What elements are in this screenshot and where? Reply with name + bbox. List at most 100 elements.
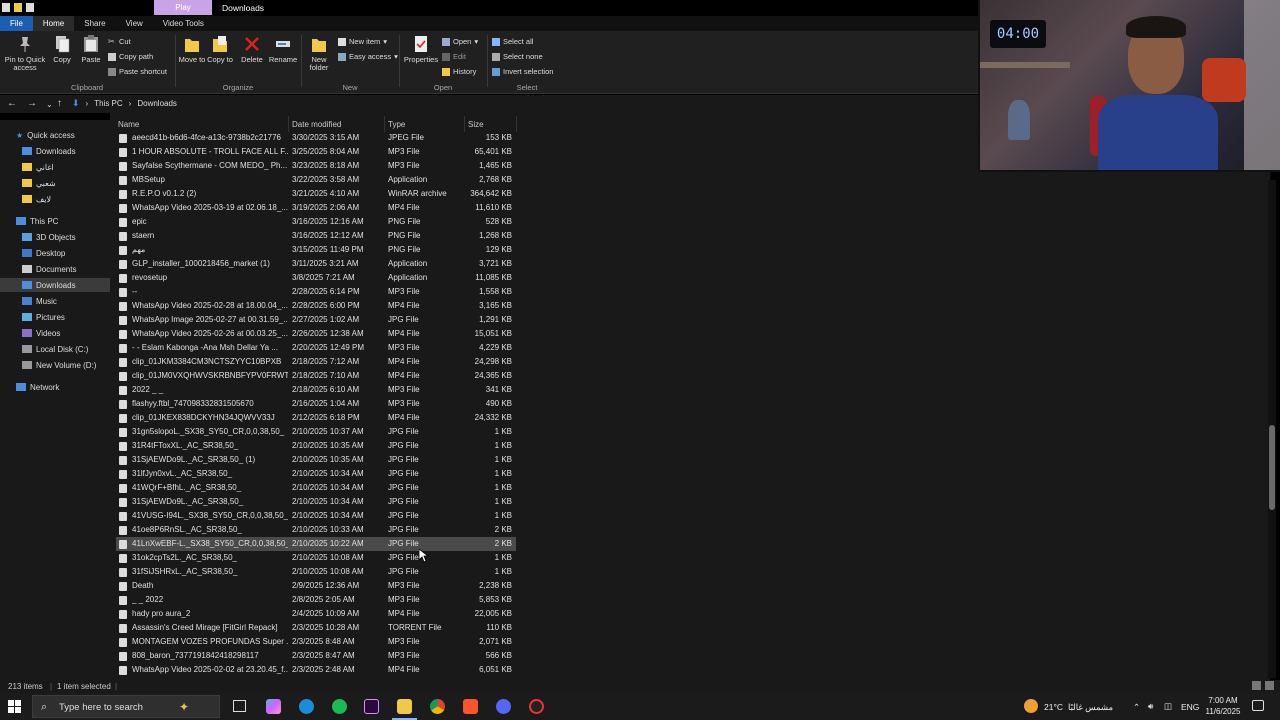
speaker-icon[interactable]: 🔊︎ (1148, 701, 1153, 720)
open-button[interactable]: Open ▾ (442, 37, 478, 46)
column-divider[interactable] (384, 116, 385, 132)
table-row[interactable]: 41LnXwEBF-L._SX38_SY50_CR,0,0,38,50_ 2/10… (116, 537, 516, 551)
nav-3d-objects[interactable]: 3D Objects (22, 230, 76, 244)
table-row[interactable]: 31fSiJSHRxL._AC_SR38,50_ 2/10/2025 10:08 … (116, 565, 516, 579)
properties-button[interactable]: Properties (402, 35, 440, 64)
table-row[interactable]: revosetup 3/8/2025 7:21 AM Application 11,0… (116, 271, 516, 285)
customize-toolbar-icon[interactable] (26, 3, 34, 12)
column-divider[interactable] (516, 116, 517, 132)
table-row[interactable]: MONTAGEM VOZES PROFUNDAS Super ... 2/3/20… (116, 635, 516, 649)
table-row[interactable]: 808_baron_7377191842418298117 2/3/2025 8:… (116, 649, 516, 663)
notifications-icon[interactable] (1252, 700, 1264, 711)
table-row[interactable]: -- 2/28/2025 6:14 PM MP3 File 1,558 KB (116, 285, 516, 299)
network-icon[interactable]: ◫ (1164, 701, 1172, 720)
nav-quick-folder[interactable]: لايف (22, 192, 51, 206)
table-row[interactable]: Death 2/9/2025 12:36 AM MP3 File 2,238 KB (116, 579, 516, 593)
table-row[interactable]: Sayfalse Scythermane - COM MEDO_ Ph... 3/… (116, 159, 516, 173)
large-icons-view-icon[interactable] (1265, 681, 1274, 690)
table-row[interactable]: aeecd41b-b6d6-4fce-a13c-9738b2c21776 3/30… (116, 131, 516, 145)
new-folder-button[interactable]: New folder (304, 35, 334, 72)
new-item-button[interactable]: New item ▾ (338, 37, 387, 46)
table-row[interactable]: MBSetup 3/22/2025 3:58 AM Application 2,768… (116, 173, 516, 187)
tab-video-tools[interactable]: Video Tools (153, 16, 214, 31)
spotify-icon[interactable] (332, 699, 347, 714)
table-row[interactable]: clip_01JKM3384CM3NCTSZYYC10BPXB 2/18/2025… (116, 355, 516, 369)
rename-button[interactable]: Rename (268, 35, 298, 64)
forward-arrow-icon[interactable]: → (27, 98, 37, 109)
paste-button[interactable]: Paste (78, 35, 104, 64)
breadcrumb-this-pc[interactable]: This PC (94, 99, 122, 108)
copy-path-button[interactable]: Copy path (108, 52, 153, 61)
table-row[interactable]: flashyy.ftbl_747098332831505670 2/16/2025… (116, 397, 516, 411)
discord-icon[interactable] (496, 699, 511, 714)
nav-quick-access[interactable]: ★ Quick access (16, 128, 75, 142)
select-none-button[interactable]: Select none (492, 52, 543, 61)
table-row[interactable]: 2022 _ _ 2/18/2025 6:10 AM MP3 File 341 KB (116, 383, 516, 397)
nav-network[interactable]: Network (16, 380, 59, 394)
pin-quick-access-button[interactable]: Pin to Quick access (2, 35, 48, 72)
table-row[interactable]: Assassin's Creed Mirage [FitGirl Repack]… (116, 621, 516, 635)
column-header-type[interactable]: Type (388, 120, 405, 129)
nav-quick-downloads[interactable]: Downloads (22, 144, 76, 158)
table-row[interactable]: 31SjAEWDo9L._AC_SR38,50_ 2/10/2025 10:34 … (116, 495, 516, 509)
taskbar-clock[interactable]: 7:00 AM 11/6/2025 (1198, 695, 1248, 717)
table-row[interactable]: 31R4tFToxXL._AC_SR38,50_ 2/10/2025 10:35 … (116, 439, 516, 453)
table-row[interactable]: WhatsApp Image 2025-02-27 at 00.31.59_..… (116, 313, 516, 327)
nav-pictures[interactable]: Pictures (22, 310, 65, 324)
table-row[interactable]: R.E.P.O v0.1.2 (2) 3/21/2025 4:10 AM WinRA… (116, 187, 516, 201)
table-row[interactable]: staern 3/16/2025 12:12 AM PNG File 1,268 KB (116, 229, 516, 243)
tab-view[interactable]: View (116, 16, 153, 31)
windows-start-icon[interactable] (8, 700, 21, 713)
tab-share[interactable]: Share (74, 16, 115, 31)
copy-to-button[interactable]: Copy to (206, 35, 234, 64)
tab-home[interactable]: Home (32, 16, 75, 31)
table-row[interactable]: 31SjAEWDo9L._AC_SR38,50_ (1) 2/10/2025 10… (116, 453, 516, 467)
table-row[interactable]: 41oe8P6RnSL._AC_SR38,50_ 2/10/2025 10:33 … (116, 523, 516, 537)
nav-quick-folder[interactable]: شعبي (22, 176, 56, 190)
details-view-icon[interactable] (1252, 681, 1261, 690)
table-row[interactable]: WhatsApp Video 2025-02-28 at 18.00.04_..… (116, 299, 516, 313)
table-row[interactable]: GLP_installer_1000218456_market (1) 3/11/… (116, 257, 516, 271)
taskbar-search[interactable]: ⌕ Type here to search ✦ (32, 695, 220, 718)
nav-downloads[interactable]: Downloads (0, 278, 110, 292)
edge-icon[interactable] (299, 699, 314, 714)
table-row[interactable]: hady pro aura_2 2/4/2025 10:09 AM MP4 File… (116, 607, 516, 621)
nav-videos[interactable]: Videos (22, 326, 60, 340)
breadcrumb[interactable]: ⬇ › This PC › Downloads (72, 98, 177, 109)
select-all-button[interactable]: Select all (492, 37, 533, 46)
nav-local-disk-c[interactable]: Local Disk (C:) (22, 342, 88, 356)
obs-icon[interactable] (529, 699, 544, 714)
nav-desktop[interactable]: Desktop (22, 246, 65, 260)
table-row[interactable]: 31gn5slopoL._SX38_SY50_CR,0,0,38,50_ 2/10… (116, 425, 516, 439)
paste-shortcut-button[interactable]: Paste shortcut (108, 67, 167, 76)
language-indicator[interactable]: ENG (1181, 702, 1199, 720)
column-header-size[interactable]: Size (468, 120, 484, 129)
table-row[interactable]: WhatsApp Video 2025-02-26 at 00.03.25_..… (116, 327, 516, 341)
move-to-button[interactable]: Move to (178, 35, 206, 64)
scrollbar-thumb[interactable] (1269, 425, 1275, 510)
cut-button[interactable]: ✂ Cut (108, 37, 131, 46)
table-row[interactable]: 31ok2cpTs2L._AC_SR38,50_ 2/10/2025 10:08 … (116, 551, 516, 565)
chevron-up-icon[interactable]: ⌃ (1133, 702, 1140, 720)
back-arrow-icon[interactable]: ← (7, 98, 17, 109)
table-row[interactable]: 1 HOUR ABSOLUTE - TROLL FACE ALL F... 3/2… (116, 145, 516, 159)
context-tab-play[interactable]: Play (154, 0, 212, 15)
nav-quick-folder[interactable]: اغاني (22, 160, 54, 174)
chrome-icon[interactable] (430, 699, 445, 714)
column-header-date[interactable]: Date modified (292, 120, 341, 129)
easy-access-button[interactable]: Easy access ▾ (338, 52, 398, 61)
table-row[interactable]: 31lfJyn0xvL._AC_SR38,50_ 2/10/2025 10:34 … (116, 467, 516, 481)
copilot-icon[interactable] (266, 699, 281, 714)
history-button[interactable]: History (442, 67, 476, 76)
delete-button[interactable]: Delete (238, 35, 266, 64)
table-row[interactable]: WhatsApp Video 2025-03-19 at 02.06.18_..… (116, 201, 516, 215)
up-arrow-icon[interactable]: ↑ (57, 98, 62, 109)
tab-file[interactable]: File (0, 16, 33, 31)
properties-icon[interactable] (2, 3, 10, 12)
table-row[interactable]: _ _ 2022 2/8/2025 2:05 AM MP3 File 5,853 KB (116, 593, 516, 607)
table-row[interactable]: WhatsApp Video 2025-02-02 at 23.20.45_f.… (116, 663, 516, 677)
table-row[interactable]: clip_01JKEX838DCKYHN34JQWVV33J 2/12/2025 … (116, 411, 516, 425)
invert-selection-button[interactable]: Invert selection (492, 67, 553, 76)
breadcrumb-downloads[interactable]: Downloads (137, 99, 177, 108)
recent-locations-icon[interactable]: ⌄ (46, 100, 53, 109)
